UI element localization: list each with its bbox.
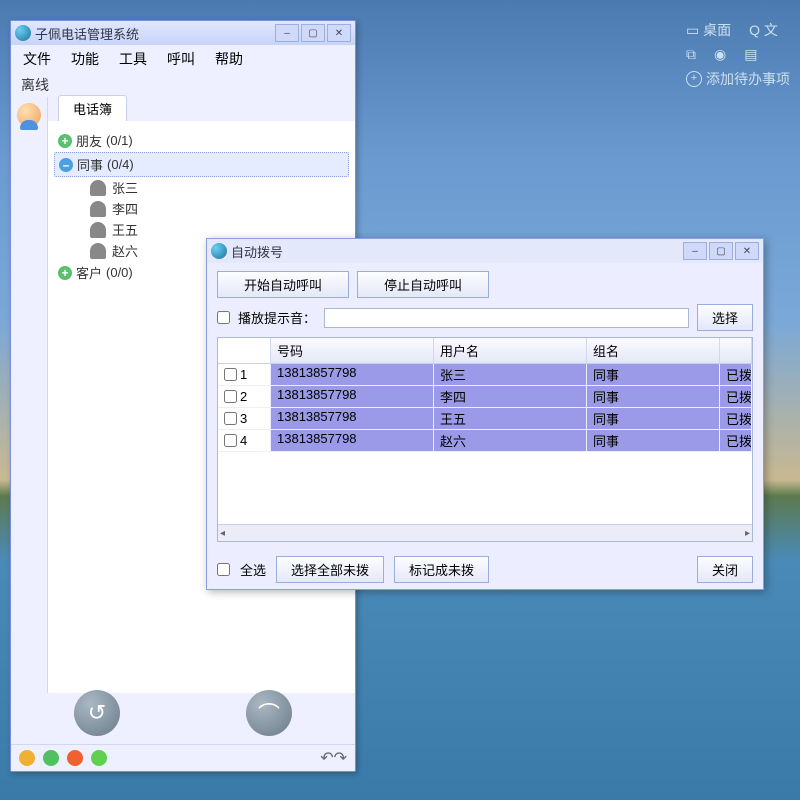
menubar: 文件 功能 工具 呼叫 帮助 [11,45,355,73]
person-icon [90,222,106,238]
menu-call[interactable]: 呼叫 [161,47,201,71]
contact-item[interactable]: 李四 [54,198,349,219]
buddy-icon[interactable] [17,103,41,127]
menu-file[interactable]: 文件 [17,47,57,71]
dial-grid: 号码 用户名 组名 113813857798张三同事已拨213813857798… [217,337,753,542]
select-all-checkbox[interactable] [217,563,230,576]
tray: ↶↷ [11,744,355,771]
group-friends[interactable]: + 朋友 (0/1) [54,129,349,152]
select-undialed-button[interactable]: 选择全部未拨 [276,556,384,583]
dialog-footer: 全选 选择全部未拨 标记成未拨 关闭 [207,550,763,589]
person-icon [90,201,106,217]
maximize-button[interactable]: ▢ [301,24,325,42]
table-row[interactable]: 413813857798赵六同事已拨 [218,430,752,452]
menu-tools[interactable]: 工具 [113,47,153,71]
tray-icon[interactable] [19,750,35,766]
row-checkbox[interactable] [224,434,237,447]
dialog-close-button[interactable]: 关闭 [697,556,753,583]
desktop-widgets: ▭ 桌面 Q 文 ⧉ ◉ ▤ + 添加待办事项 [686,20,790,89]
bottom-bar: ↺ ⌒ [11,683,355,743]
group-colleagues[interactable]: – 同事 (0/4) [54,152,349,177]
person-icon [90,180,106,196]
mark-undialed-button[interactable]: 标记成未拨 [394,556,489,583]
play-prompt-checkbox[interactable] [217,311,230,324]
desktop-icon[interactable]: ▭ 桌面 [686,20,731,40]
expand-icon[interactable]: + [58,266,72,280]
col-user[interactable]: 用户名 [434,338,587,363]
app-icon [211,243,227,259]
tray-icon[interactable] [43,750,59,766]
contact-item[interactable]: 张三 [54,177,349,198]
start-autodial-button[interactable]: 开始自动呼叫 [217,271,349,298]
tray-icon[interactable]: ↶↷ [320,748,347,768]
tray-icon[interactable] [67,750,83,766]
plus-circle-icon: + [686,71,702,87]
minimize-button[interactable]: – [275,24,299,42]
dial-button[interactable]: ↺ [74,690,120,736]
row-checkbox[interactable] [224,412,237,425]
hangup-button[interactable]: ⌒ [246,690,292,736]
status-label: 离线 [11,73,355,97]
close-button[interactable]: ✕ [327,24,351,42]
app-icon [15,25,31,41]
minimize-button[interactable]: – [683,242,707,260]
tabstrip: 电话簿 [48,97,355,121]
table-row[interactable]: 313813857798王五同事已拨 [218,408,752,430]
autodial-dialog: 自动拨号 – ▢ ✕ 开始自动呼叫 停止自动呼叫 播放提示音： 选择 号码 用户… [206,238,764,590]
eye-icon[interactable]: ◉ [714,46,726,63]
tray-icon[interactable] [91,750,107,766]
tab-phonebook[interactable]: 电话簿 [58,95,127,121]
col-number[interactable]: 号码 [271,338,434,363]
close-button[interactable]: ✕ [735,242,759,260]
browse-button[interactable]: 选择 [697,304,753,331]
menu-function[interactable]: 功能 [65,47,105,71]
main-titlebar[interactable]: 子佩电话管理系统 – ▢ ✕ [11,21,355,45]
collapse-icon[interactable]: – [59,158,73,172]
left-strip [11,97,48,693]
main-title: 子佩电话管理系统 [35,24,139,43]
select-all-label: 全选 [240,560,266,579]
play-prompt-label: 播放提示音： [238,308,316,327]
search-icon[interactable]: Q 文 [749,20,778,40]
table-row[interactable]: 113813857798张三同事已拨 [218,364,752,386]
contact-item[interactable]: 王五 [54,219,349,240]
row-checkbox[interactable] [224,368,237,381]
maximize-button[interactable]: ▢ [709,242,733,260]
dialog-title: 自动拨号 [231,242,283,261]
h-scrollbar[interactable]: ◂▸ [218,524,752,541]
grid-header: 号码 用户名 组名 [218,338,752,364]
sound-path-input[interactable] [324,308,689,328]
row-checkbox[interactable] [224,390,237,403]
grid-body[interactable]: 113813857798张三同事已拨213813857798李四同事已拨3138… [218,364,752,524]
expand-icon[interactable]: + [58,134,72,148]
person-icon [90,243,106,259]
dialog-titlebar[interactable]: 自动拨号 – ▢ ✕ [207,239,763,263]
crop-icon[interactable]: ⧉ [686,46,696,63]
add-todo-link[interactable]: + 添加待办事项 [686,69,790,89]
grid-icon[interactable]: ▤ [744,46,757,63]
stop-autodial-button[interactable]: 停止自动呼叫 [357,271,489,298]
col-group[interactable]: 组名 [587,338,720,363]
table-row[interactable]: 213813857798李四同事已拨 [218,386,752,408]
menu-help[interactable]: 帮助 [209,47,249,71]
